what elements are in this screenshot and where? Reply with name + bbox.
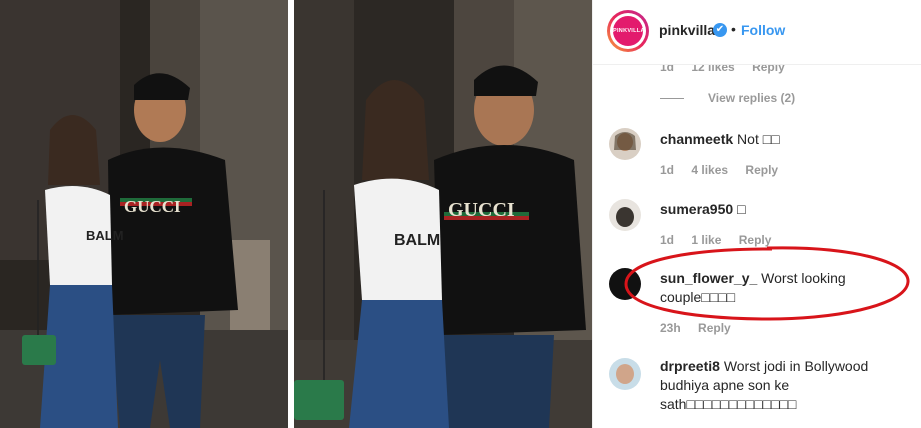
reply-button[interactable]: Reply [745,163,778,177]
comment-body: sumera950 □ [660,200,905,219]
comment-body: chanmeetk Not □□ [660,130,905,149]
commenter-username[interactable]: drpreeti8 [660,358,720,374]
comments-panel: 1d 12 likes Reply PINKVILLA pinkvilla ✔ … [592,0,921,428]
comment-time: 23h [660,321,681,335]
comment-text: □ [737,201,746,217]
view-replies-button[interactable]: View replies (2) [660,91,795,105]
top-text: BALM [86,228,124,243]
account-username[interactable]: pinkvilla [659,22,715,38]
avatar-logo-text: PINKVILLA [613,16,644,46]
view-replies-label: View replies (2) [708,91,796,105]
commenter-username[interactable]: chanmeetk [660,131,733,147]
separator-dot: • [731,21,736,37]
replies-divider [660,98,684,100]
commenter-username[interactable]: sumera950 [660,201,733,217]
commenter-avatar[interactable] [609,199,641,231]
shirt-text: GUCCI [124,197,181,216]
highlight-ellipse [624,246,910,321]
post-photo-right: GUCCI BALM [294,0,592,428]
comment-meta: 1d 4 likes Reply [660,163,792,177]
top-text: BALM [394,232,440,249]
shirt-text: GUCCI [448,199,515,221]
comment-body: drpreeti8 Worst jodi in Bollywood budhiy… [660,357,905,414]
comment-time: 1d [660,163,675,177]
verified-badge-icon: ✔ [713,23,727,37]
post-header: PINKVILLA pinkvilla ✔ • Follow [593,0,921,65]
reply-button[interactable]: Reply [698,321,731,335]
follow-button[interactable]: Follow [741,22,785,38]
comment-likes[interactable]: 4 likes [691,163,728,177]
commenter-avatar[interactable] [609,358,641,390]
comment-meta: 23h Reply [660,321,745,335]
post-photo-left: GUCCI BALM [0,0,288,428]
comment-text: Not □□ [737,131,780,147]
account-avatar[interactable]: PINKVILLA [607,10,649,52]
commenter-avatar[interactable] [609,128,641,160]
